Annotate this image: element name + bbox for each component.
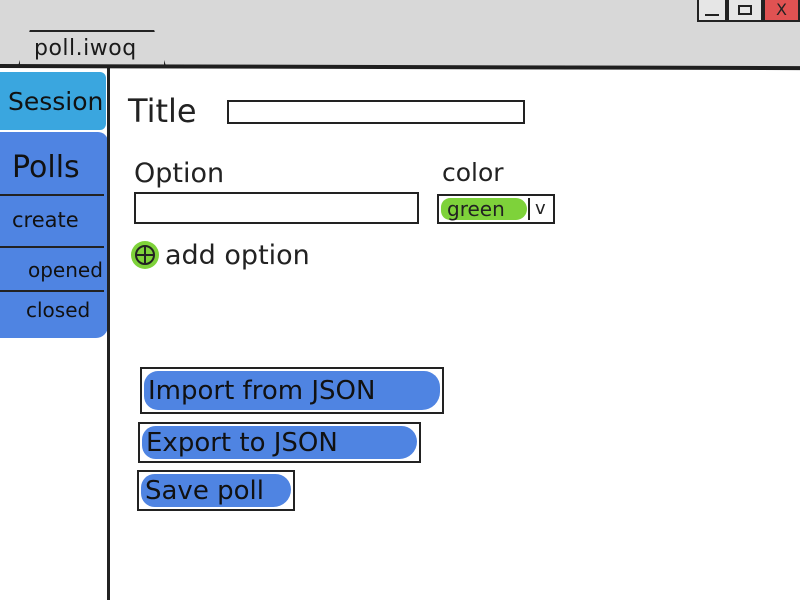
maximize-button[interactable] [727, 0, 763, 22]
option-label: Option [134, 158, 225, 189]
add-option-button[interactable]: add option [131, 238, 310, 272]
sidebar-polls-heading[interactable]: Polls [12, 150, 116, 185]
save-poll-label: Save poll [145, 475, 264, 506]
import-json-button[interactable]: Import from JSON [140, 367, 444, 414]
add-circle-icon [131, 241, 159, 269]
minimize-button[interactable] [697, 0, 727, 22]
close-icon: X [776, 0, 787, 19]
sidebar-separator [0, 290, 104, 292]
sidebar-separator [0, 194, 104, 196]
option-input[interactable] [134, 192, 419, 224]
tab-title: poll.iwoq [34, 36, 137, 61]
select-divider [528, 198, 530, 220]
maximize-icon [738, 5, 752, 15]
sidebar-divider [107, 68, 110, 600]
close-button[interactable]: X [763, 0, 800, 22]
title-bar-divider [0, 64, 800, 71]
export-json-label: Export to JSON [146, 427, 338, 458]
color-selected-value: green [441, 198, 527, 220]
chevron-down-icon: v [535, 198, 546, 219]
import-json-label: Import from JSON [148, 375, 376, 406]
title-label: Title [128, 92, 197, 130]
color-select[interactable]: green v [437, 194, 555, 224]
add-option-label: add option [165, 239, 310, 271]
sidebar-item-label: Session [8, 86, 104, 116]
minimize-icon [705, 14, 719, 16]
sidebar-item-closed[interactable]: closed [26, 298, 130, 322]
export-json-button[interactable]: Export to JSON [138, 422, 421, 463]
sidebar-item-create[interactable]: create [12, 208, 116, 232]
color-label: color [442, 158, 504, 187]
sidebar-item-session[interactable]: Session [0, 72, 106, 130]
sidebar-separator [0, 246, 104, 248]
sidebar-item-opened[interactable]: opened [28, 258, 132, 282]
title-input[interactable] [227, 100, 525, 124]
save-poll-button[interactable]: Save poll [137, 470, 295, 511]
